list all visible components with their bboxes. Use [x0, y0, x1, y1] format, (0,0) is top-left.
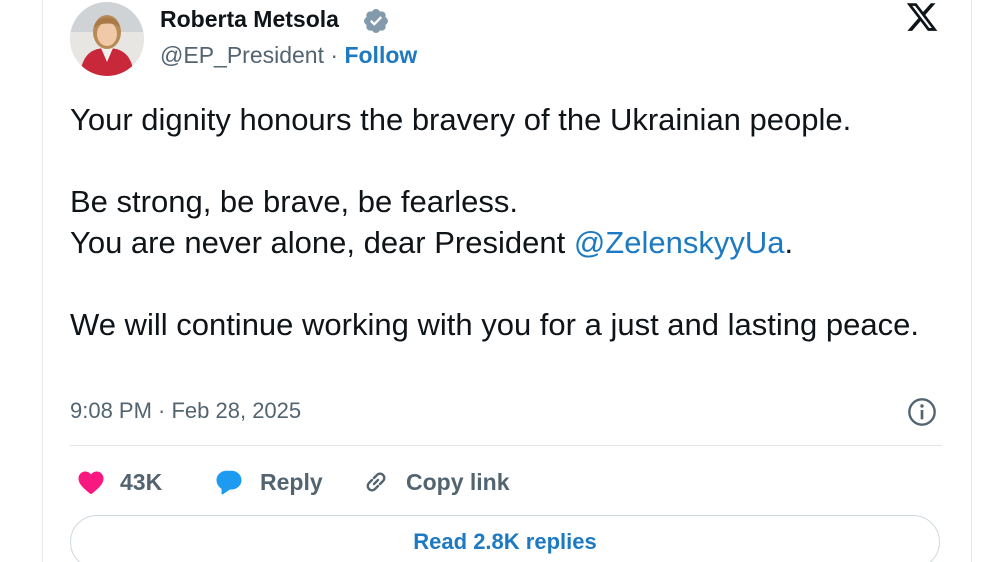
copy-link-button[interactable]: Copy link — [360, 464, 510, 500]
reply-button[interactable]: Reply — [212, 464, 323, 500]
tweet-line-1: Your dignity honours the bravery of the … — [70, 102, 852, 137]
author-name[interactable]: Roberta Metsola — [160, 6, 339, 33]
divider — [70, 445, 942, 446]
tweet-embed-page: Roberta Metsola @EP_President · Follow Y… — [0, 0, 1000, 562]
tweet-line-3-text: You are never alone, dear President — [70, 225, 574, 260]
read-replies-button[interactable]: Read 2.8K replies — [70, 515, 940, 562]
reply-bubble-icon — [216, 470, 242, 495]
tweet-line-2: Be strong, be brave, be fearless. — [70, 184, 519, 219]
like-count: 43K — [120, 468, 163, 495]
verified-badge-icon — [364, 9, 388, 33]
tweet-text: Your dignity honours the bravery of the … — [70, 99, 950, 345]
tweet-line-3: You are never alone, dear President @Zel… — [70, 222, 950, 263]
x-logo-icon[interactable] — [902, 0, 942, 34]
follow-button[interactable]: Follow — [344, 42, 417, 68]
avatar[interactable] — [70, 2, 144, 76]
reply-label: Reply — [260, 468, 323, 495]
like-button[interactable]: 43K — [76, 464, 162, 500]
tweet-line-3-suffix: . — [784, 225, 794, 260]
handle-separator: · — [324, 42, 345, 68]
link-icon — [366, 472, 386, 492]
author-handle[interactable]: @EP_President — [160, 42, 324, 68]
info-icon[interactable] — [906, 396, 938, 428]
copy-link-label: Copy link — [406, 468, 510, 495]
handle-line: @EP_President · Follow — [160, 42, 417, 69]
heart-icon — [78, 471, 104, 494]
tweet-line-4: We will continue working with you for a … — [70, 307, 919, 342]
mention-link[interactable]: @ZelenskyyUa — [574, 225, 785, 260]
tweet-timestamp[interactable]: 9:08 PM · Feb 28, 2025 — [70, 398, 301, 424]
